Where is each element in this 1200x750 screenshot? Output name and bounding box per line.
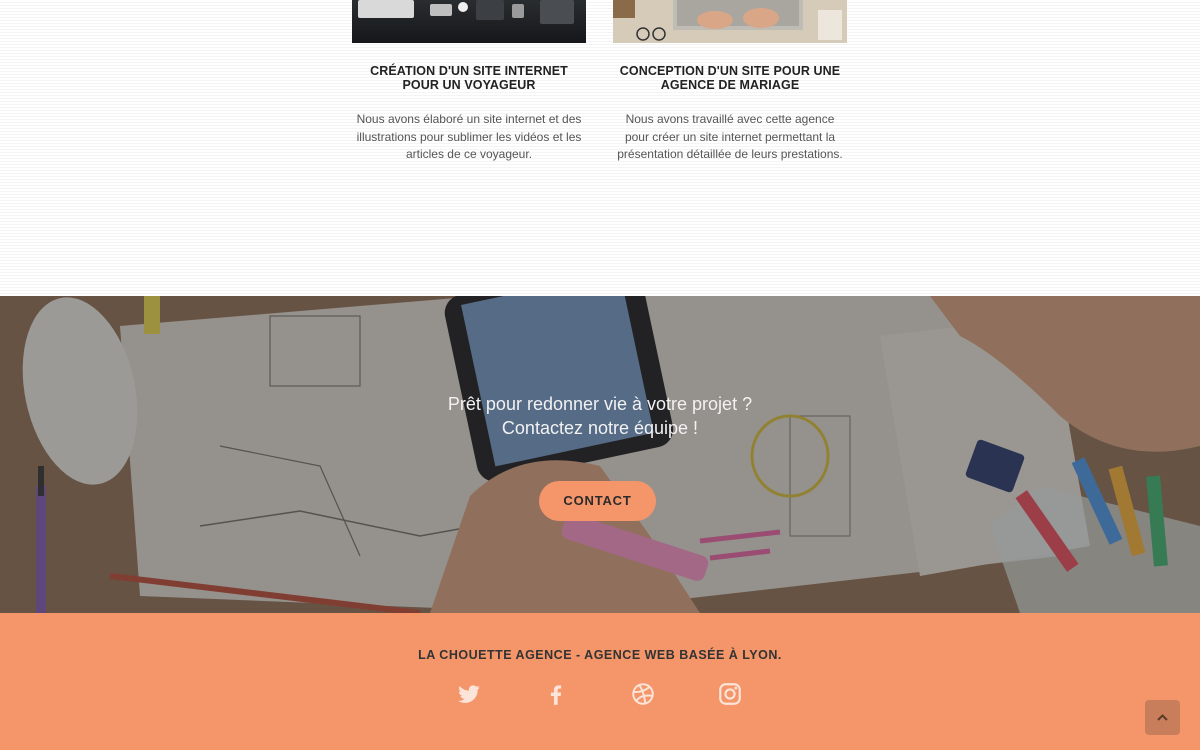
desk-laptop-illustration <box>613 0 847 43</box>
portfolio-card-description: Nous avons élaboré un site internet et d… <box>352 111 586 164</box>
card-text-line: articles de ce voyageur. <box>405 147 533 161</box>
card-title-line: POUR UN VOYAGEUR <box>402 78 536 92</box>
dribbble-icon <box>632 683 654 705</box>
portfolio-section: CRÉATION D'UN SITE INTERNET POUR UN VOYA… <box>0 0 1200 296</box>
cta-line: Prêt pour redonner vie à votre projet ? <box>447 394 753 414</box>
card-title-line: CONCEPTION D'UN SITE POUR UNE <box>619 64 841 78</box>
twitter-link[interactable] <box>456 681 482 707</box>
card-title-line: CRÉATION D'UN SITE INTERNET <box>370 64 568 78</box>
card-text-line: Nous avons élaboré un site internet et d… <box>356 112 582 126</box>
dribbble-link[interactable] <box>630 681 656 707</box>
twitter-icon <box>458 685 480 703</box>
portfolio-card-description: Nous avons travaillé avec cette agence p… <box>613 111 847 164</box>
cta-line: Contactez notre équipe ! <box>501 418 699 438</box>
portfolio-card-title: CRÉATION D'UN SITE INTERNET POUR UN VOYA… <box>352 64 586 92</box>
facebook-link[interactable] <box>543 681 569 707</box>
footer-agency-title: LA CHOUETTE AGENCE - AGENCE WEB BASÉE À … <box>418 648 782 662</box>
portfolio-card-traveler[interactable]: CRÉATION D'UN SITE INTERNET POUR UN VOYA… <box>352 0 586 164</box>
portfolio-card-wedding[interactable]: CONCEPTION D'UN SITE POUR UNE AGENCE DE … <box>613 0 847 164</box>
cta-dark-overlay <box>0 296 1200 613</box>
portfolio-thumbnail-traveler[interactable] <box>352 0 586 43</box>
card-text-line: pour créer un site internet permettant l… <box>624 129 836 144</box>
card-title-line: AGENCE DE MARIAGE <box>660 78 800 92</box>
portfolio-card-title: CONCEPTION D'UN SITE POUR UNE AGENCE DE … <box>613 64 847 92</box>
card-text-line: présentation détaillée de leurs prestati… <box>617 147 843 161</box>
scroll-to-top-button[interactable] <box>1145 700 1180 735</box>
contact-cta-section: Prêt pour redonner vie à votre projet ? … <box>0 296 1200 613</box>
portfolio-thumbnail-wedding[interactable] <box>613 0 847 43</box>
facebook-icon <box>550 685 562 705</box>
card-text-line: Nous avons travaillé avec cette agence <box>625 112 835 126</box>
page: CRÉATION D'UN SITE INTERNET POUR UN VOYA… <box>0 0 1200 750</box>
contact-button[interactable]: CONTACT <box>539 481 656 521</box>
footer: LA CHOUETTE AGENCE - AGENCE WEB BASÉE À … <box>0 613 1200 750</box>
instagram-link[interactable] <box>717 681 743 707</box>
instagram-icon <box>719 683 741 705</box>
cta-message: Prêt pour redonner vie à votre projet ? … <box>0 392 1200 440</box>
card-text-line: illustrations pour sublimer les vidéos e… <box>356 129 582 144</box>
chevron-up-icon <box>1157 714 1168 721</box>
